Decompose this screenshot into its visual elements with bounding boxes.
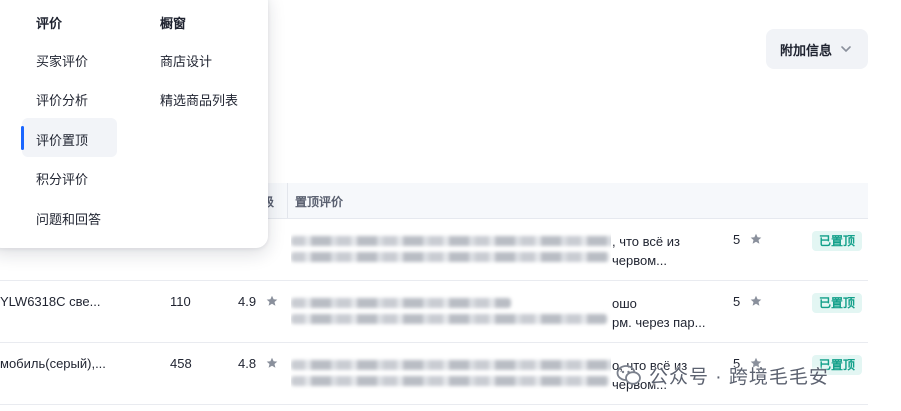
menu-heading-reviews: 评价 xyxy=(36,16,63,31)
review-count-cell: 110 xyxy=(170,294,191,309)
rating-value: 4.9 xyxy=(238,294,257,309)
watermark: 公众号 · 跨境毛毛安 xyxy=(616,360,829,390)
score-cell: 5 xyxy=(733,232,762,247)
blurred-review-text xyxy=(291,356,611,394)
pinned-status-badge: 已置顶 xyxy=(812,231,863,251)
rating-cell: 4.8 xyxy=(238,356,278,371)
menu-item-buyer-reviews[interactable]: 买家评价 xyxy=(36,51,88,70)
table-row: YLW6318C све... 110 4.9 ошо рм. через пар… xyxy=(0,281,868,343)
review-count-cell: 458 xyxy=(170,356,192,371)
attach-info-label: 附加信息 xyxy=(780,42,833,58)
review-tail-text: ошо рм. через пар... xyxy=(612,296,706,330)
header-pinned-review: 置顶评价 xyxy=(295,195,344,209)
attach-info-button[interactable]: 附加信息 xyxy=(766,29,868,69)
active-indicator xyxy=(21,126,24,150)
menu-item-pinned-reviews-label: 评价置顶 xyxy=(36,133,89,148)
star-icon xyxy=(750,295,762,306)
menu-item-pinned-reviews[interactable]: 评价置顶 xyxy=(22,118,117,157)
menu-item-featured-products[interactable]: 精选商品列表 xyxy=(160,90,238,109)
score-cell: 5 xyxy=(733,294,762,309)
menu-item-questions-answers[interactable]: 问题和回答 xyxy=(36,209,101,228)
score-value: 5 xyxy=(733,232,741,247)
menu-heading-showcase: 橱窗 xyxy=(160,16,187,31)
star-icon xyxy=(266,357,278,368)
pinned-status-badge: 已置顶 xyxy=(812,293,863,313)
product-name-cell[interactable]: YLW6318C све... xyxy=(0,294,150,309)
star-icon xyxy=(266,295,278,306)
watermark-text: 公众号 · 跨境毛毛安 xyxy=(649,366,829,388)
rating-value: 4.8 xyxy=(238,356,257,371)
rating-cell: 4.9 xyxy=(238,294,278,309)
navigation-dropdown-menu: 评价 买家评价 评价分析 评价置顶 积分评价 问题和回答 橱窗 商店设计 精选商… xyxy=(0,0,268,248)
score-value: 5 xyxy=(733,294,741,309)
menu-item-points-reviews[interactable]: 积分评价 xyxy=(36,169,88,188)
blurred-review-text xyxy=(291,294,611,332)
star-icon xyxy=(750,233,762,244)
wechat-icon xyxy=(616,365,641,385)
review-tail-text: , что всё из червом... xyxy=(612,234,680,268)
blurred-review-text xyxy=(291,232,611,270)
menu-item-review-analysis[interactable]: 评价分析 xyxy=(36,90,88,109)
chevron-down-icon xyxy=(841,46,851,53)
menu-item-store-design[interactable]: 商店设计 xyxy=(160,51,212,70)
product-name-cell[interactable]: мобиль(серый),... xyxy=(0,356,150,371)
header-divider xyxy=(287,183,288,218)
